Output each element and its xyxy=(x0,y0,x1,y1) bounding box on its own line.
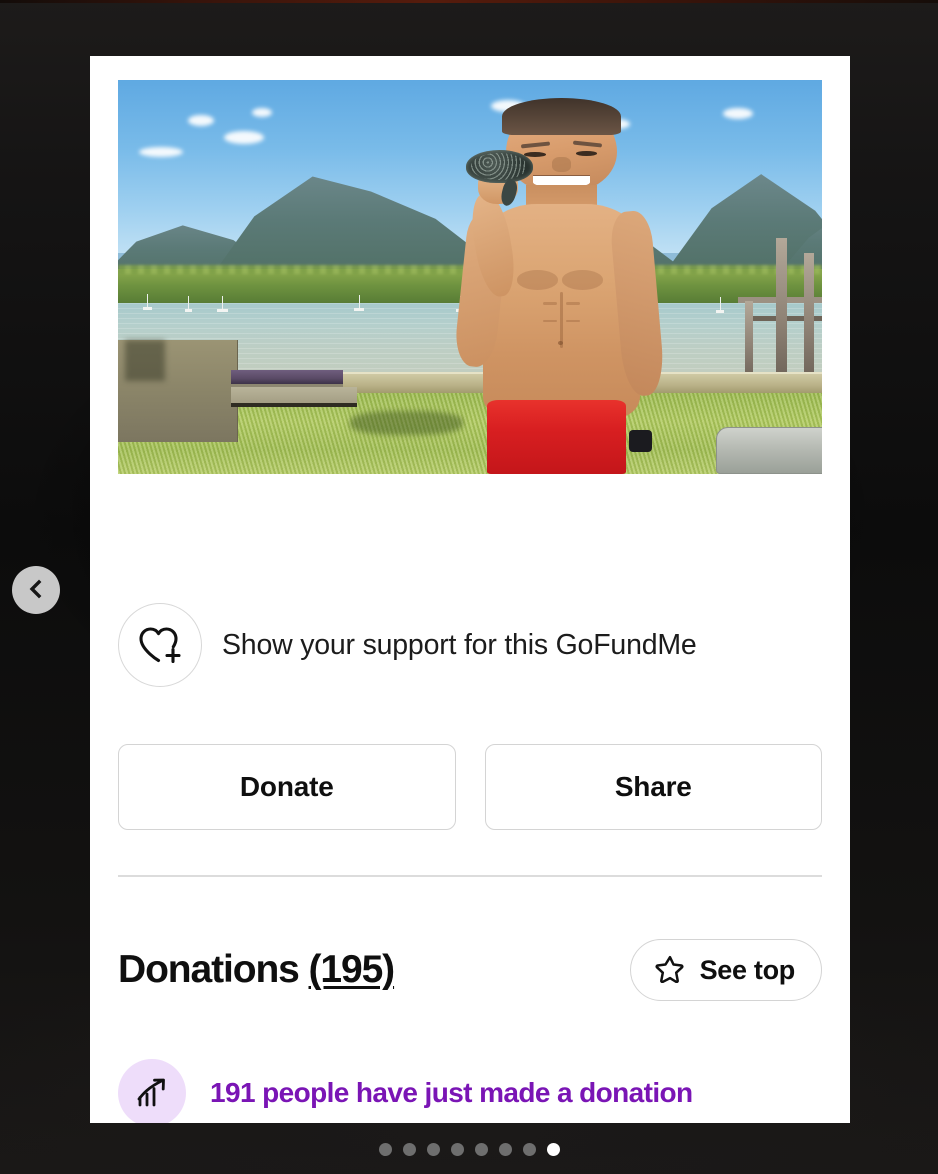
donate-button[interactable]: Donate xyxy=(118,744,456,830)
pier-post xyxy=(744,300,753,380)
photo-canvas xyxy=(118,80,822,474)
abdomen xyxy=(542,302,557,305)
abdomen xyxy=(542,319,557,323)
carousel-dot[interactable] xyxy=(378,1143,392,1156)
pier-post xyxy=(776,237,788,380)
donations-header: Donations (195) See top xyxy=(118,932,822,1008)
section-divider xyxy=(118,875,822,877)
carousel-dot[interactable] xyxy=(522,1143,536,1156)
chevron-left-icon xyxy=(25,578,47,603)
star-icon xyxy=(655,954,685,986)
campaign-photo[interactable] xyxy=(118,80,822,474)
screen-root: Show your support for this GoFundMe Dona… xyxy=(0,0,938,1174)
carousel-dots xyxy=(0,1143,938,1156)
cloud xyxy=(251,107,272,117)
boat xyxy=(142,293,152,310)
cloud xyxy=(723,107,754,119)
share-button[interactable]: Share xyxy=(484,744,822,830)
metal-container xyxy=(716,426,822,474)
carousel-dot[interactable] xyxy=(426,1143,440,1156)
action-buttons: Donate Share xyxy=(118,744,822,830)
donations-title: Donations (195) xyxy=(118,948,396,992)
step-upper xyxy=(230,369,344,388)
hair xyxy=(501,98,622,136)
campaign-card: Show your support for this GoFundMe Dona… xyxy=(90,56,850,1123)
carousel-prev-button[interactable] xyxy=(12,566,60,614)
see-top-button[interactable]: See top xyxy=(629,939,822,1001)
abdomen xyxy=(566,302,581,305)
abdomen-line xyxy=(559,291,564,348)
step-lower xyxy=(230,387,358,407)
donations-count[interactable]: (195) xyxy=(309,948,396,991)
chest xyxy=(517,270,559,290)
abdomen xyxy=(566,319,581,323)
donation-activity: 191 people have just made a donation xyxy=(118,1059,693,1123)
concrete-wall xyxy=(118,340,238,443)
top-accent-line xyxy=(0,0,938,3)
eye xyxy=(524,151,546,157)
trending-up-icon xyxy=(118,1059,186,1123)
wrist-watch xyxy=(628,429,653,452)
pier-post xyxy=(804,253,815,380)
donation-activity-message: 191 people have just made a donation xyxy=(210,1077,693,1108)
boat xyxy=(216,295,228,312)
boat xyxy=(716,296,725,313)
see-top-label: See top xyxy=(699,954,796,985)
nose xyxy=(551,157,572,173)
carousel-dot[interactable] xyxy=(498,1143,512,1156)
carousel-dot[interactable] xyxy=(450,1143,464,1156)
turtle xyxy=(465,149,533,184)
show-support-label: Show your support for this GoFundMe xyxy=(222,628,697,661)
red-shorts xyxy=(487,399,627,474)
donations-title-text: Donations xyxy=(118,948,300,991)
heart-plus-icon[interactable] xyxy=(118,603,202,687)
boat xyxy=(353,294,364,311)
carousel-dot[interactable] xyxy=(402,1143,416,1156)
chest xyxy=(561,270,603,290)
carousel-dot[interactable] xyxy=(474,1143,488,1156)
carousel-dot[interactable] xyxy=(546,1143,560,1156)
cloud xyxy=(223,131,264,145)
show-support-row[interactable]: Show your support for this GoFundMe xyxy=(118,603,697,687)
eye xyxy=(575,151,598,156)
boat xyxy=(184,296,192,313)
person xyxy=(442,98,681,474)
